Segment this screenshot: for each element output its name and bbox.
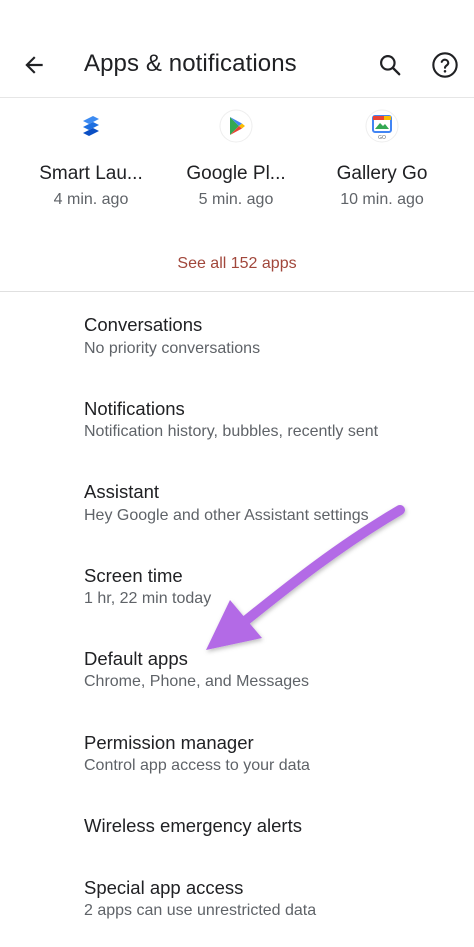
search-icon bbox=[380, 55, 401, 76]
setting-title: Default apps bbox=[84, 648, 188, 669]
back-button[interactable] bbox=[14, 45, 54, 85]
recent-app-gallery-go[interactable]: GO Gallery Go 10 min. ago bbox=[307, 109, 457, 219]
setting-default-apps[interactable]: Default apps Chrome, Phone, and Messages bbox=[0, 638, 474, 708]
setting-assistant[interactable]: Assistant Hey Google and other Assistant… bbox=[0, 471, 474, 541]
recent-app-name: Gallery Go bbox=[336, 163, 428, 184]
setting-permission-manager[interactable]: Permission manager Control app access to… bbox=[0, 722, 474, 792]
setting-special-app-access[interactable]: Special app access 2 apps can use unrest… bbox=[0, 867, 474, 937]
recent-app-smart-launcher[interactable]: Smart Lau... 4 min. ago bbox=[16, 109, 166, 219]
app-bar: Apps & notifications bbox=[0, 0, 474, 98]
page-title: Apps & notifications bbox=[84, 50, 297, 77]
setting-conversations[interactable]: Conversations No priority conversations bbox=[0, 304, 474, 374]
setting-title: Permission manager bbox=[84, 732, 254, 753]
setting-title: Screen time bbox=[84, 565, 183, 586]
google-play-icon bbox=[219, 109, 253, 143]
smart-launcher-icon bbox=[74, 109, 108, 143]
help-circle-icon bbox=[432, 52, 458, 78]
gallery-go-icon: GO bbox=[365, 109, 399, 143]
recent-app-time: 4 min. ago bbox=[53, 191, 129, 208]
setting-notifications[interactable]: Notifications Notification history, bubb… bbox=[0, 388, 474, 458]
setting-summary: Chrome, Phone, and Messages bbox=[84, 673, 310, 690]
setting-summary: No priority conversations bbox=[84, 340, 261, 357]
recent-app-name: Google Pl... bbox=[186, 163, 286, 184]
search-button[interactable] bbox=[370, 45, 410, 85]
recent-app-time: 5 min. ago bbox=[198, 191, 274, 208]
setting-summary: 1 hr, 22 min today bbox=[84, 590, 212, 607]
screen: Apps & notifications Smart Lau... 4 min.… bbox=[0, 0, 474, 947]
setting-title: Notifications bbox=[84, 398, 185, 419]
svg-text:GO: GO bbox=[378, 135, 386, 141]
help-button[interactable] bbox=[425, 45, 465, 85]
recent-app-name: Smart Lau... bbox=[39, 163, 143, 184]
setting-summary: Notification history, bubbles, recently … bbox=[84, 423, 379, 440]
setting-summary: Control app access to your data bbox=[84, 757, 310, 774]
setting-title: Special app access bbox=[84, 877, 244, 898]
arrow-left-icon bbox=[25, 56, 43, 74]
setting-title: Conversations bbox=[84, 314, 203, 335]
recent-apps-section: Smart Lau... 4 min. ago Google Pl... 5 m… bbox=[0, 99, 474, 292]
recent-app-time: 10 min. ago bbox=[340, 191, 424, 208]
setting-summary: Hey Google and other Assistant settings bbox=[84, 507, 369, 524]
setting-summary: 2 apps can use unrestricted data bbox=[84, 902, 317, 919]
setting-wireless-emergency-alerts[interactable]: Wireless emergency alerts bbox=[0, 806, 474, 856]
see-all-apps-link[interactable]: See all 152 apps bbox=[0, 255, 474, 273]
setting-screen-time[interactable]: Screen time 1 hr, 22 min today bbox=[0, 555, 474, 625]
setting-title: Assistant bbox=[84, 481, 160, 502]
setting-title: Wireless emergency alerts bbox=[84, 815, 302, 836]
recent-app-google-play[interactable]: Google Pl... 5 min. ago bbox=[161, 109, 311, 219]
